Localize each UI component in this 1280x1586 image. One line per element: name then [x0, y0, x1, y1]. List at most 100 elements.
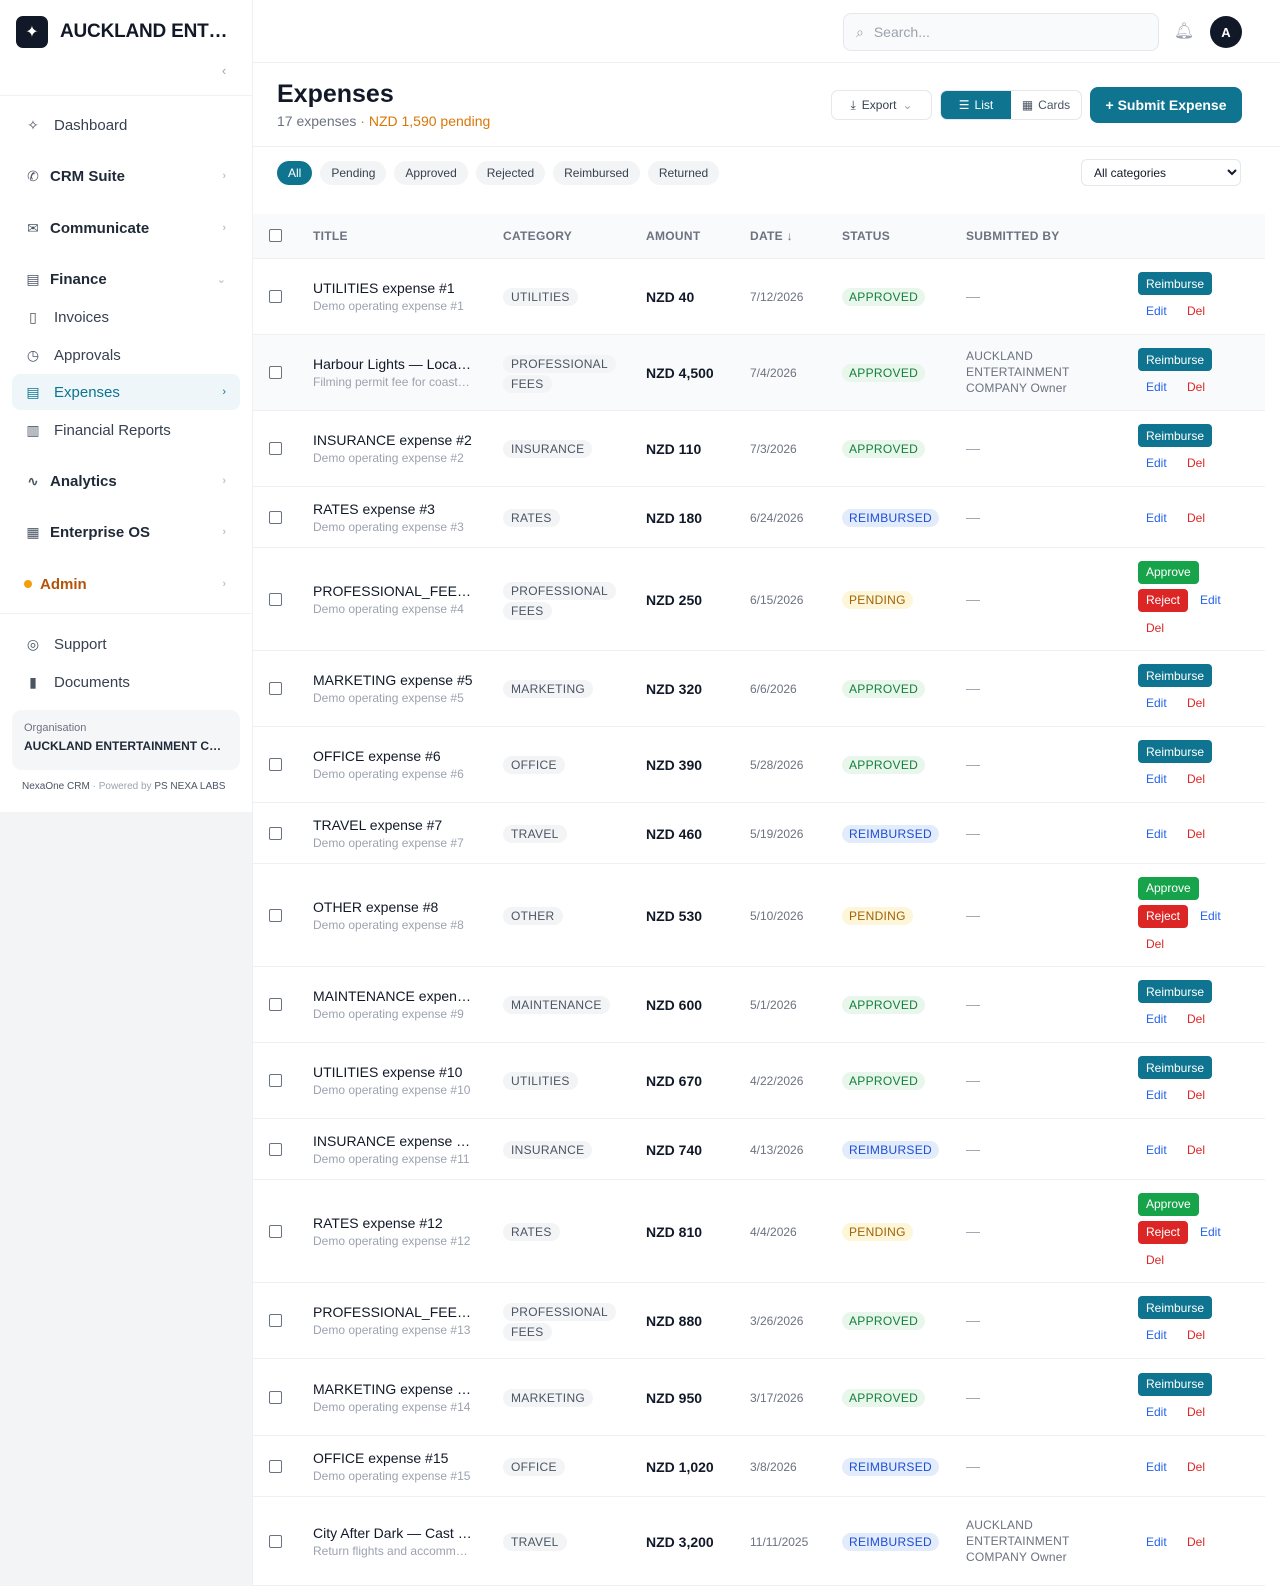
table-row[interactable]: RATES expense #3 Demo operating expense #… [253, 487, 1265, 548]
table-row[interactable]: RATES expense #12 Demo operating expense … [253, 1180, 1265, 1283]
approve-button[interactable]: Approve [1138, 560, 1199, 584]
delete-link[interactable]: Del [1187, 1142, 1205, 1158]
edit-link[interactable]: Edit [1146, 771, 1167, 787]
bell-icon[interactable]: 🔔︎ [1173, 20, 1195, 42]
table-row[interactable]: OFFICE expense #6 Demo operating expense … [253, 727, 1265, 803]
sidebar-group-enterprise-os[interactable]: ▦ Enterprise OS › [12, 514, 240, 550]
delete-link[interactable]: Del [1187, 826, 1205, 842]
table-row[interactable]: UTILITIES expense #10 Demo operating expe… [253, 1043, 1265, 1119]
category-select[interactable]: All categories [1081, 159, 1241, 186]
expense-title[interactable]: MAINTENANCE expense #9 [313, 988, 473, 1004]
row-checkbox[interactable] [269, 998, 282, 1011]
reimburse-button[interactable]: Reimburse [1138, 1372, 1213, 1396]
sidebar-item-support[interactable]: ◎ Support [12, 626, 240, 662]
sidebar-item-invoices[interactable]: ▯ Invoices [12, 299, 240, 335]
expense-title[interactable]: RATES expense #3 [313, 501, 473, 517]
sidebar-group-crm-suite[interactable]: ✆ CRM Suite › [12, 158, 240, 194]
sidebar-item-dashboard[interactable]: ✧ Dashboard [12, 107, 240, 143]
edit-link[interactable]: Edit [1146, 455, 1167, 471]
reimburse-button[interactable]: Reimburse [1138, 348, 1213, 371]
expense-title[interactable]: PROFESSIONAL_FEES expense #13 [313, 1304, 473, 1320]
expense-title[interactable]: MARKETING expense #14 [313, 1381, 473, 1397]
approve-button[interactable]: Approve [1138, 1192, 1199, 1216]
edit-link[interactable]: Edit [1146, 826, 1167, 842]
row-checkbox[interactable] [269, 908, 282, 922]
row-checkbox[interactable] [269, 758, 282, 771]
expense-title[interactable]: INSURANCE expense #2 [313, 432, 473, 448]
expense-title[interactable]: MARKETING expense #5 [313, 672, 473, 688]
table-row[interactable]: OTHER expense #8 Demo operating expense #… [253, 864, 1265, 967]
table-row[interactable]: INSURANCE expense #2 Demo operating expen… [253, 411, 1265, 487]
expense-title[interactable]: UTILITIES expense #10 [313, 1064, 473, 1080]
reimburse-button[interactable]: Reimburse [1138, 1056, 1213, 1079]
column-amount[interactable]: AMOUNT [646, 229, 700, 243]
select-all-checkbox[interactable] [269, 229, 282, 242]
reimburse-button[interactable]: Reimburse [1138, 980, 1213, 1003]
delete-link[interactable]: Del [1187, 455, 1205, 471]
table-row[interactable]: TRAVEL expense #7 Demo operating expense … [253, 803, 1265, 864]
delete-link[interactable]: Del [1146, 936, 1164, 952]
row-checkbox[interactable] [269, 1534, 282, 1548]
expense-title[interactable]: OFFICE expense #15 [313, 1450, 473, 1466]
table-row[interactable]: INSURANCE expense #11 Demo operating expe… [253, 1119, 1265, 1180]
reimburse-button[interactable]: Reimburse [1138, 1296, 1213, 1319]
table-row[interactable]: City After Dark — Cast travel Return flig… [253, 1497, 1265, 1586]
reimburse-button[interactable]: Reimburse [1138, 664, 1213, 687]
edit-link[interactable]: Edit [1146, 1011, 1167, 1027]
expense-title[interactable]: RATES expense #12 [313, 1215, 473, 1231]
filter-rejected[interactable]: Rejected [475, 161, 546, 185]
edit-link[interactable]: Edit [1146, 1459, 1167, 1475]
table-row[interactable]: PROFESSIONAL_FEES expense #4 Demo operati… [253, 548, 1265, 651]
row-checkbox[interactable] [269, 366, 282, 379]
column-status[interactable]: STATUS [842, 229, 890, 243]
sidebar-group-admin[interactable]: Admin › [12, 566, 240, 602]
approve-button[interactable]: Approve [1138, 876, 1199, 900]
cards-view-button[interactable]: ▦ Cards [1011, 91, 1081, 119]
expense-title[interactable]: City After Dark — Cast travel [313, 1525, 473, 1541]
delete-link[interactable]: Del [1146, 1252, 1164, 1268]
table-row[interactable]: MAINTENANCE expense #9 Demo operating exp… [253, 967, 1265, 1043]
submit-expense-button[interactable]: + Submit Expense [1090, 87, 1242, 123]
sidebar-item-documents[interactable]: ▮ Documents [12, 664, 240, 700]
filter-all[interactable]: All [277, 161, 313, 185]
table-row[interactable]: PROFESSIONAL_FEES expense #13 Demo operat… [253, 1283, 1265, 1359]
column-title[interactable]: TITLE [313, 229, 348, 243]
search-box[interactable]: ⌕ [843, 13, 1159, 51]
row-checkbox[interactable] [269, 442, 282, 455]
edit-link[interactable]: Edit [1146, 379, 1167, 395]
filter-pending[interactable]: Pending [320, 161, 387, 185]
delete-link[interactable]: Del [1187, 1404, 1205, 1420]
reimburse-button[interactable]: Reimburse [1138, 424, 1213, 447]
filter-reimbursed[interactable]: Reimbursed [553, 161, 640, 185]
edit-link[interactable]: Edit [1146, 510, 1167, 526]
reject-button[interactable]: Reject [1138, 904, 1189, 928]
expense-title[interactable]: UTILITIES expense #1 [313, 280, 473, 296]
delete-link[interactable]: Del [1187, 1534, 1205, 1550]
expense-title[interactable]: INSURANCE expense #11 [313, 1133, 473, 1149]
row-checkbox[interactable] [269, 510, 282, 524]
row-checkbox[interactable] [269, 1390, 282, 1404]
edit-link[interactable]: Edit [1146, 1087, 1167, 1103]
reimburse-button[interactable]: Reimburse [1138, 740, 1213, 763]
sidebar-item-approvals[interactable]: ◷ Approvals [12, 337, 240, 373]
brand[interactable]: ✦ AUCKLAND ENTERTAINMENT COMPANY [16, 16, 240, 48]
edit-link[interactable]: Edit [1146, 1534, 1167, 1550]
row-checkbox[interactable] [269, 1074, 282, 1087]
delete-link[interactable]: Del [1187, 1459, 1205, 1475]
sidebar-item-financial-reports[interactable]: ▥ Financial Reports [12, 412, 240, 448]
row-checkbox[interactable] [269, 290, 282, 303]
edit-link[interactable]: Edit [1146, 695, 1167, 711]
row-checkbox[interactable] [269, 1142, 282, 1156]
expense-title[interactable]: OTHER expense #8 [313, 899, 473, 915]
delete-link[interactable]: Del [1187, 303, 1205, 319]
edit-link[interactable]: Edit [1146, 1327, 1167, 1343]
delete-link[interactable]: Del [1187, 1087, 1205, 1103]
row-checkbox[interactable] [269, 682, 282, 695]
edit-link[interactable]: Edit [1200, 908, 1221, 924]
edit-link[interactable]: Edit [1200, 1224, 1221, 1240]
expense-title[interactable]: Harbour Lights — Location permit [313, 356, 473, 372]
avatar[interactable]: A [1210, 16, 1242, 48]
collapse-sidebar-icon[interactable]: ‹ [214, 60, 234, 80]
column-submitted-by[interactable]: SUBMITTED BY [966, 229, 1060, 243]
table-row[interactable]: UTILITIES expense #1 Demo operating expen… [253, 259, 1265, 335]
